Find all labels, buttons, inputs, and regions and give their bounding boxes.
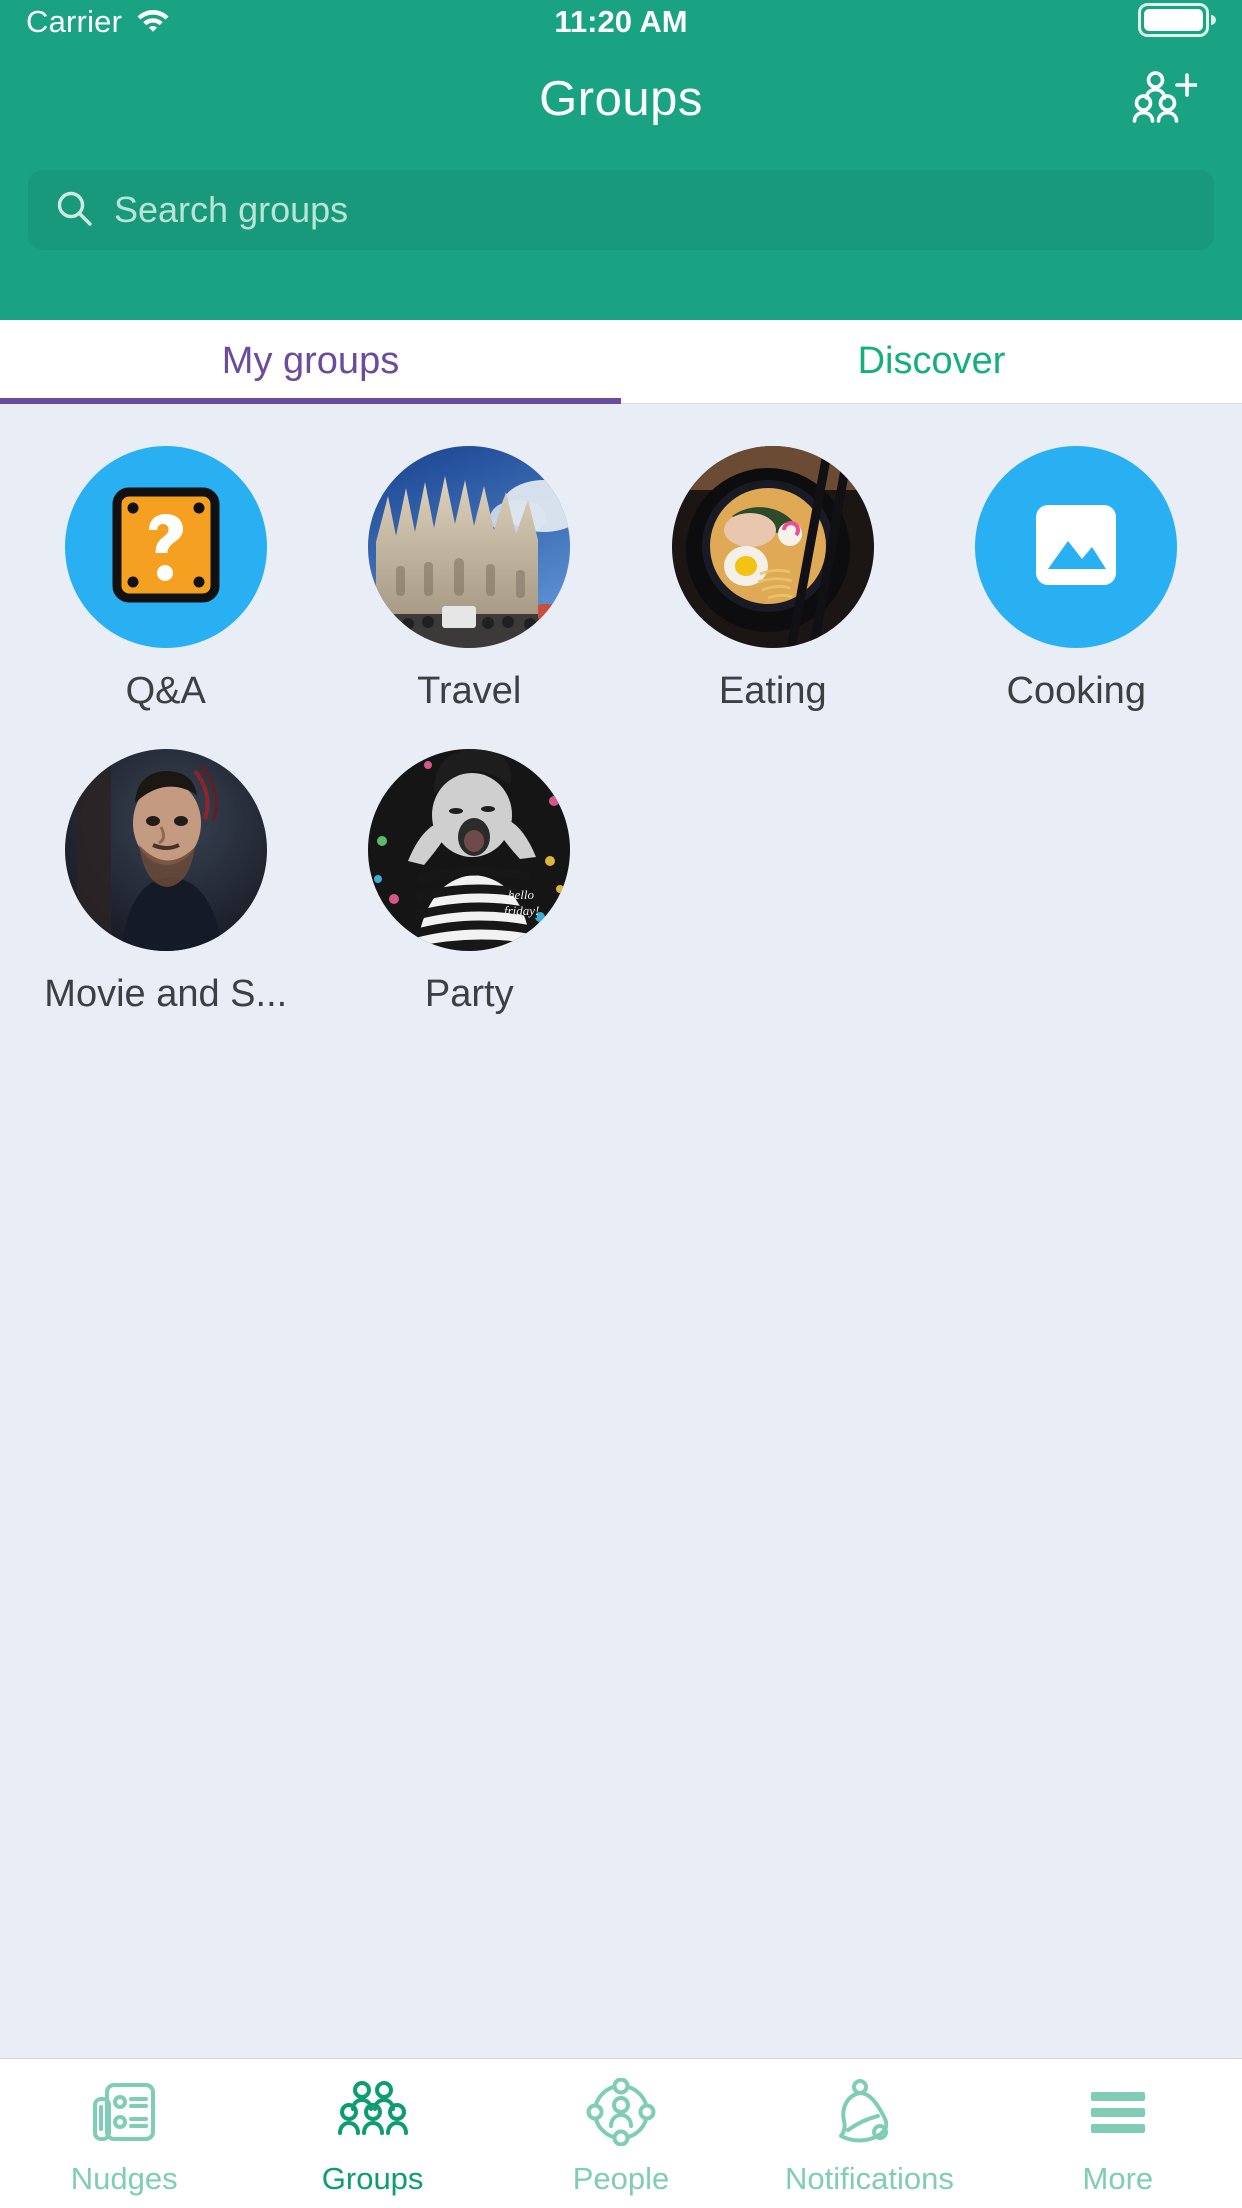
search-input[interactable] (114, 189, 1188, 231)
photo-man (64, 749, 267, 951)
avatar (368, 446, 571, 648)
groups-content: Q&A Travel Eating Cooking Movie and S...… (0, 404, 1242, 2058)
group-label: Eating (718, 670, 827, 712)
avatar: hello friday! (368, 749, 571, 951)
avatar (671, 446, 874, 648)
tabbar-label-people: People (572, 2161, 670, 2196)
status-bar: Carrier 11:20 AM (0, 0, 1242, 44)
svg-text:friday!: friday! (504, 903, 539, 918)
avatar (64, 749, 267, 951)
group-label: Q&A (125, 670, 206, 712)
newspaper-icon (90, 2075, 158, 2149)
carrier-label: Carrier (26, 4, 123, 39)
photo-ramen (671, 446, 874, 648)
tabbar-item-more[interactable]: More (994, 2075, 1242, 2197)
app-header: Groups (0, 44, 1242, 320)
search-container (0, 170, 1242, 250)
search-icon (54, 188, 94, 233)
avatar (64, 446, 267, 648)
groups-grid: Q&A Travel Eating Cooking Movie and S...… (0, 446, 1242, 1016)
photo-cathedral (368, 446, 571, 648)
status-bar-time: 11:20 AM (554, 4, 688, 39)
group-label: Travel (417, 670, 522, 712)
hamburger-icon (1087, 2075, 1149, 2149)
group-label: Cooking (1006, 670, 1146, 712)
tabbar-label-groups: Groups (321, 2161, 424, 2196)
group-item[interactable]: Q&A (14, 446, 318, 713)
question-block-icon (107, 486, 225, 609)
tabbar-item-nudges[interactable]: Nudges (0, 2075, 248, 2197)
svg-text:hello: hello (508, 887, 534, 902)
segment-tabs: My groups Discover (0, 320, 1242, 404)
add-group-button[interactable] (1120, 59, 1208, 139)
app-root: Carrier 11:20 AM Groups Search groups My… (0, 0, 1242, 2208)
tab-my-groups[interactable]: My groups (0, 320, 621, 404)
wifi-icon (136, 7, 170, 38)
search-bar[interactable] (28, 170, 1214, 250)
tabbar-item-groups[interactable]: Groups (248, 2075, 496, 2197)
group-item[interactable]: Cooking (925, 446, 1229, 713)
group-item[interactable]: Eating (621, 446, 925, 713)
group-label: Party (424, 973, 514, 1015)
battery-full-icon (1138, 2, 1216, 42)
bell-icon (836, 2075, 902, 2149)
tabbar-label-nudges: Nudges (70, 2161, 178, 2196)
person-network-icon (586, 2075, 656, 2149)
tab-discover-label: Discover (857, 340, 1006, 382)
bottom-tab-bar: Nudges Groups People Notifications More (0, 2058, 1242, 2208)
image-placeholder-icon (1028, 497, 1124, 598)
tabbar-item-notifications[interactable]: Notifications (745, 2075, 993, 2197)
tab-my-groups-label: My groups (221, 340, 400, 382)
avatar (975, 446, 1178, 648)
people-group-icon (334, 2075, 412, 2149)
group-label: Movie and S... (44, 973, 288, 1015)
status-bar-left: Carrier (26, 4, 170, 40)
add-group-icon (1131, 68, 1199, 131)
group-item[interactable]: hello friday! Party (318, 749, 622, 1016)
tab-discover[interactable]: Discover (621, 320, 1242, 403)
group-item[interactable]: Movie and S... (14, 749, 318, 1016)
header-row: Groups (0, 44, 1242, 154)
photo-child: hello friday! (368, 749, 571, 951)
tabbar-item-people[interactable]: People (497, 2075, 745, 2197)
status-bar-right (1138, 2, 1216, 42)
page-title: Groups (539, 72, 703, 126)
tabbar-label-notifications: Notifications (784, 2161, 954, 2196)
group-item[interactable]: Travel (318, 446, 622, 713)
tabbar-label-more: More (1082, 2161, 1154, 2196)
